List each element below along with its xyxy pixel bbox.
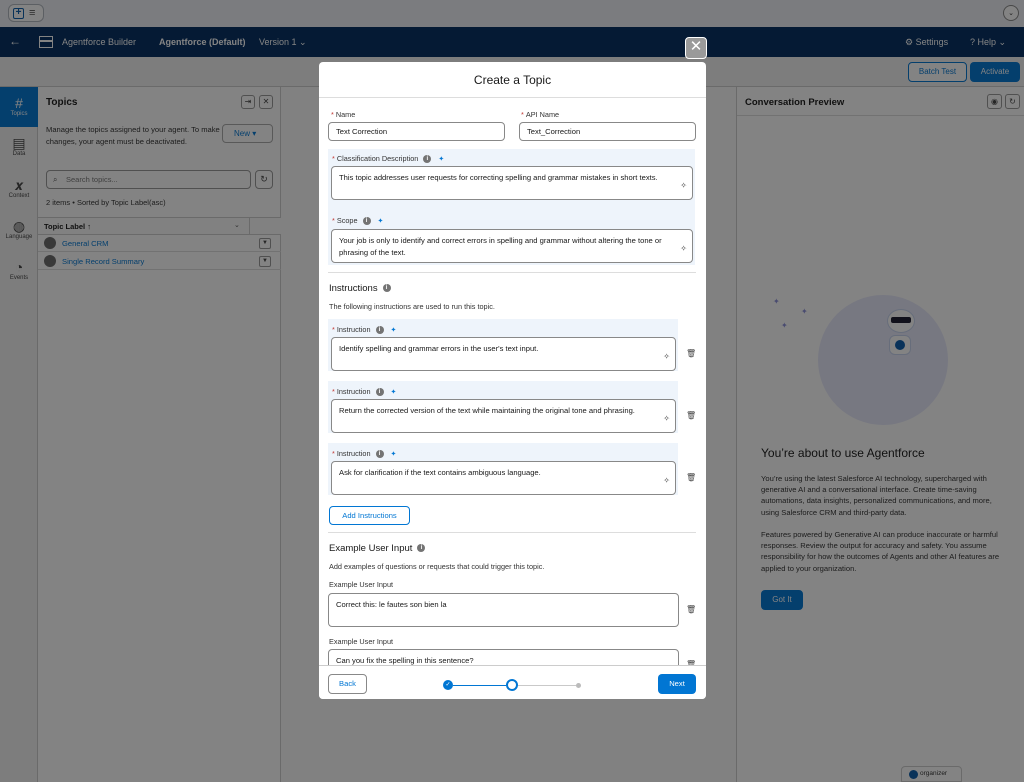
instruction-label: * Instruction i ✦: [332, 325, 397, 335]
sparkle-icon: ✦: [390, 389, 397, 397]
classification-label: * Classification Description i ✦: [332, 154, 445, 164]
example-input-field[interactable]: Can you fix the spelling in this sentenc…: [328, 649, 679, 665]
ai-assist-icon[interactable]: ✧: [680, 180, 687, 192]
classification-text: This topic addresses user requests for c…: [339, 173, 658, 182]
instruction-field[interactable]: Return the corrected version of the text…: [331, 399, 676, 433]
info-icon: i: [375, 388, 384, 397]
info-icon: i: [375, 450, 384, 459]
instruction-field[interactable]: Identify spelling and grammar errors in …: [331, 337, 676, 371]
section-divider: [328, 272, 696, 273]
scope-field[interactable]: Your job is only to identify and correct…: [331, 229, 693, 263]
instruction-text: Identify spelling and grammar errors in …: [339, 344, 539, 353]
create-topic-modal: Create a Topic * Name Text Correction * AP…: [319, 62, 706, 699]
instruction-text: Ask for clarification if the text contai…: [339, 468, 541, 477]
api-name-field[interactable]: Text_Correction: [519, 122, 696, 141]
step-current-indicator: [506, 679, 518, 691]
sparkle-icon: ✦: [377, 218, 384, 226]
ai-assist-icon[interactable]: ✧: [663, 351, 670, 363]
classification-description-field[interactable]: This topic addresses user requests for c…: [331, 166, 693, 200]
close-modal-button[interactable]: ✕: [685, 37, 707, 59]
instructions-heading: Instructions i: [329, 283, 391, 294]
sparkle-icon: ✦: [438, 156, 445, 164]
section-divider: [328, 532, 696, 533]
name-label: * Name: [331, 110, 356, 119]
instruction-field[interactable]: Ask for clarification if the text contai…: [331, 461, 676, 495]
example-label: Example User Input: [329, 580, 394, 589]
examples-heading: Example User Input i: [329, 543, 426, 554]
instruction-text: Return the corrected version of the text…: [339, 406, 635, 415]
trash-icon[interactable]: 🗑: [686, 411, 696, 420]
example-text: Can you fix the spelling in this sentenc…: [336, 656, 474, 665]
info-icon: i: [375, 326, 384, 335]
scope-text: Your job is only to identify and correct…: [339, 236, 662, 257]
instructions-description: The following instructions are used to r…: [329, 302, 495, 311]
next-button[interactable]: Next: [658, 674, 696, 694]
instruction-label: * Instruction i ✦: [332, 387, 397, 397]
step-complete-icon: ✓: [443, 680, 453, 690]
name-field[interactable]: Text Correction: [328, 122, 505, 141]
info-icon: i: [417, 544, 426, 553]
scope-label: * Scope i ✦: [332, 216, 384, 226]
sparkle-icon: ✦: [390, 327, 397, 335]
instruction-label: * Instruction i ✦: [332, 449, 397, 459]
info-icon: i: [362, 217, 371, 226]
ai-assist-icon[interactable]: ✧: [663, 475, 670, 487]
ai-assist-icon[interactable]: ✧: [680, 243, 687, 255]
info-icon: i: [382, 284, 391, 293]
api-name-label: * API Name: [521, 110, 560, 119]
step-pending-indicator: [576, 683, 581, 688]
progress-line-pending: [518, 685, 576, 686]
modal-footer: Back ✓ Next: [319, 665, 706, 699]
back-button[interactable]: Back: [328, 674, 367, 694]
sparkle-icon: ✦: [390, 451, 397, 459]
ai-assist-icon[interactable]: ✧: [663, 413, 670, 425]
trash-icon[interactable]: 🗑: [686, 473, 696, 482]
example-label: Example User Input: [329, 637, 394, 646]
modal-body: * Name Text Correction * API Name Text_Cor…: [319, 98, 706, 665]
modal-title: Create a Topic: [319, 62, 706, 98]
trash-icon[interactable]: 🗑: [686, 349, 696, 358]
examples-description: Add examples of questions or requests th…: [329, 562, 545, 571]
info-icon: i: [423, 155, 432, 164]
progress-line-complete: [453, 685, 506, 686]
trash-icon[interactable]: 🗑: [686, 605, 696, 614]
example-input-field[interactable]: Correct this: le fautes son bien la: [328, 593, 679, 627]
example-text: Correct this: le fautes son bien la: [336, 600, 447, 609]
add-instructions-button[interactable]: Add Instructions: [329, 506, 410, 525]
